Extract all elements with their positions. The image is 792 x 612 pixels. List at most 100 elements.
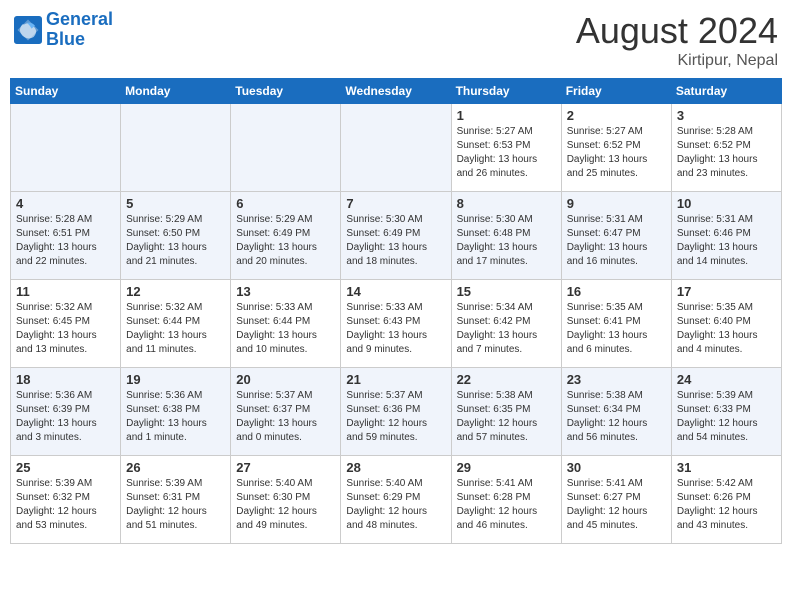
day-header-monday: Monday [121,79,231,104]
day-info: Sunrise: 5:27 AMSunset: 6:52 PMDaylight:… [567,125,666,181]
day-info: Sunrise: 5:36 AMSunset: 6:39 PMDaylight:… [16,389,115,445]
day-number: 8 [457,196,556,211]
day-info: Sunrise: 5:38 AMSunset: 6:35 PMDaylight:… [457,389,556,445]
day-info: Sunrise: 5:40 AMSunset: 6:29 PMDaylight:… [346,477,445,533]
calendar-cell: 4 Sunrise: 5:28 AMSunset: 6:51 PMDaylight… [11,192,121,280]
day-header-thursday: Thursday [451,79,561,104]
day-info: Sunrise: 5:34 AMSunset: 6:42 PMDaylight:… [457,301,556,357]
calendar-cell: 9 Sunrise: 5:31 AMSunset: 6:47 PMDaylight… [561,192,671,280]
header: General Blue August 2024 Kirtipur, Nepal [10,10,782,70]
day-number: 31 [677,460,776,475]
calendar-cell: 31 Sunrise: 5:42 AMSunset: 6:26 PMDayligh… [671,456,781,544]
calendar-cell: 5Sunrise: 5:29 AMSunset: 6:50 PMDaylight… [121,192,231,280]
calendar-cell: 3Sunrise: 5:28 AMSunset: 6:52 PMDaylight… [671,104,781,192]
week-row-3: 11Sunrise: 5:32 AMSunset: 6:45 PMDayligh… [11,280,782,368]
day-number: 13 [236,284,335,299]
logo-general: General [46,9,113,29]
day-info: Sunrise: 5:28 AMSunset: 6:51 PMDaylight:… [16,213,115,269]
day-info: Sunrise: 5:36 AMSunset: 6:38 PMDaylight:… [126,389,225,445]
day-number: 18 [16,372,115,387]
calendar-cell: 2Sunrise: 5:27 AMSunset: 6:52 PMDaylight… [561,104,671,192]
calendar-cell: 20 Sunrise: 5:37 AMSunset: 6:37 PMDayligh… [231,368,341,456]
calendar-cell [341,104,451,192]
week-row-4: 18 Sunrise: 5:36 AMSunset: 6:39 PMDayligh… [11,368,782,456]
day-info: Sunrise: 5:42 AMSunset: 6:26 PMDaylight:… [677,477,776,533]
day-info: Sunrise: 5:38 AMSunset: 6:34 PMDaylight:… [567,389,666,445]
calendar-cell: 19 Sunrise: 5:36 AMSunset: 6:38 PMDayligh… [121,368,231,456]
title-block: August 2024 Kirtipur, Nepal [576,10,778,70]
day-info: Sunrise: 5:41 AMSunset: 6:27 PMDaylight:… [567,477,666,533]
day-info: Sunrise: 5:39 AMSunset: 6:33 PMDaylight:… [677,389,776,445]
day-info: Sunrise: 5:32 AMSunset: 6:44 PMDaylight:… [126,301,225,357]
calendar-cell: 14Sunrise: 5:33 AMSunset: 6:43 PMDayligh… [341,280,451,368]
location: Kirtipur, Nepal [576,52,778,70]
calendar-cell: 7Sunrise: 5:30 AMSunset: 6:49 PMDaylight… [341,192,451,280]
calendar-cell: 8 Sunrise: 5:30 AMSunset: 6:48 PMDaylight… [451,192,561,280]
calendar-table: SundayMondayTuesdayWednesdayThursdayFrid… [10,78,782,544]
day-header-friday: Friday [561,79,671,104]
header-row: SundayMondayTuesdayWednesdayThursdayFrid… [11,79,782,104]
day-header-tuesday: Tuesday [231,79,341,104]
calendar-cell: 1 Sunrise: 5:27 AMSunset: 6:53 PMDaylight… [451,104,561,192]
calendar-cell: 17Sunrise: 5:35 AMSunset: 6:40 PMDayligh… [671,280,781,368]
day-number: 16 [567,284,666,299]
day-number: 24 [677,372,776,387]
calendar-cell: 22 Sunrise: 5:38 AMSunset: 6:35 PMDayligh… [451,368,561,456]
calendar-cell: 24 Sunrise: 5:39 AMSunset: 6:33 PMDayligh… [671,368,781,456]
day-number: 21 [346,372,445,387]
calendar-cell: 28 Sunrise: 5:40 AMSunset: 6:29 PMDayligh… [341,456,451,544]
day-info: Sunrise: 5:41 AMSunset: 6:28 PMDaylight:… [457,477,556,533]
calendar-cell: 12 Sunrise: 5:32 AMSunset: 6:44 PMDayligh… [121,280,231,368]
logo-text: General Blue [46,10,113,50]
day-number: 12 [126,284,225,299]
day-info: Sunrise: 5:35 AMSunset: 6:41 PMDaylight:… [567,301,666,357]
day-number: 9 [567,196,666,211]
day-number: 29 [457,460,556,475]
calendar-cell: 25 Sunrise: 5:39 AMSunset: 6:32 PMDayligh… [11,456,121,544]
calendar-cell: 16 Sunrise: 5:35 AMSunset: 6:41 PMDayligh… [561,280,671,368]
calendar-cell: 29 Sunrise: 5:41 AMSunset: 6:28 PMDayligh… [451,456,561,544]
calendar-cell [231,104,341,192]
day-number: 28 [346,460,445,475]
day-info: Sunrise: 5:35 AMSunset: 6:40 PMDaylight:… [677,301,776,357]
logo: General Blue [14,10,113,50]
day-number: 22 [457,372,556,387]
week-row-2: 4 Sunrise: 5:28 AMSunset: 6:51 PMDaylight… [11,192,782,280]
day-info: Sunrise: 5:27 AMSunset: 6:53 PMDaylight:… [457,125,556,181]
day-info: Sunrise: 5:33 AMSunset: 6:44 PMDaylight:… [236,301,335,357]
day-number: 6 [236,196,335,211]
day-info: Sunrise: 5:33 AMSunset: 6:43 PMDaylight:… [346,301,445,357]
day-number: 5 [126,196,225,211]
calendar-cell: 11Sunrise: 5:32 AMSunset: 6:45 PMDayligh… [11,280,121,368]
week-row-1: 1 Sunrise: 5:27 AMSunset: 6:53 PMDaylight… [11,104,782,192]
day-header-sunday: Sunday [11,79,121,104]
day-number: 20 [236,372,335,387]
day-info: Sunrise: 5:37 AMSunset: 6:37 PMDaylight:… [236,389,335,445]
day-number: 3 [677,108,776,123]
day-number: 4 [16,196,115,211]
calendar-cell [121,104,231,192]
calendar-cell: 27 Sunrise: 5:40 AMSunset: 6:30 PMDayligh… [231,456,341,544]
calendar-cell: 18 Sunrise: 5:36 AMSunset: 6:39 PMDayligh… [11,368,121,456]
calendar-cell: 10Sunrise: 5:31 AMSunset: 6:46 PMDayligh… [671,192,781,280]
month-title: August 2024 [576,10,778,52]
day-number: 1 [457,108,556,123]
day-info: Sunrise: 5:31 AMSunset: 6:47 PMDaylight:… [567,213,666,269]
day-number: 19 [126,372,225,387]
week-row-5: 25 Sunrise: 5:39 AMSunset: 6:32 PMDayligh… [11,456,782,544]
day-info: Sunrise: 5:30 AMSunset: 6:48 PMDaylight:… [457,213,556,269]
day-info: Sunrise: 5:39 AMSunset: 6:32 PMDaylight:… [16,477,115,533]
calendar-cell: 26Sunrise: 5:39 AMSunset: 6:31 PMDayligh… [121,456,231,544]
day-number: 27 [236,460,335,475]
day-number: 23 [567,372,666,387]
day-number: 25 [16,460,115,475]
day-info: Sunrise: 5:29 AMSunset: 6:49 PMDaylight:… [236,213,335,269]
day-info: Sunrise: 5:40 AMSunset: 6:30 PMDaylight:… [236,477,335,533]
calendar-cell: 6 Sunrise: 5:29 AMSunset: 6:49 PMDaylight… [231,192,341,280]
day-info: Sunrise: 5:30 AMSunset: 6:49 PMDaylight:… [346,213,445,269]
calendar-cell [11,104,121,192]
day-number: 26 [126,460,225,475]
calendar-cell: 30Sunrise: 5:41 AMSunset: 6:27 PMDayligh… [561,456,671,544]
day-number: 15 [457,284,556,299]
calendar-cell: 21Sunrise: 5:37 AMSunset: 6:36 PMDayligh… [341,368,451,456]
